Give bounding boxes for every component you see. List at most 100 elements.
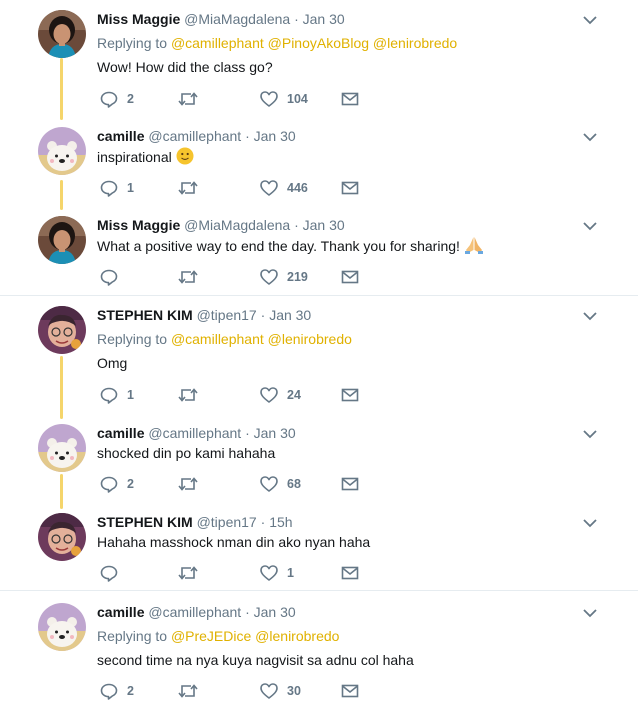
retweet-button[interactable] [177, 563, 199, 583]
retweet-button[interactable] [177, 474, 199, 494]
handle[interactable]: @tipen17 [197, 514, 257, 530]
tweet-text: inspirational [97, 147, 194, 166]
mention-link[interactable]: @PinoyAkoBlog [268, 35, 369, 51]
direct-message-button[interactable] [340, 474, 360, 494]
mention-link[interactable]: @lenirobredo [373, 35, 457, 51]
tweet-header: camille @camillephant · Jan 30 [97, 424, 296, 442]
display-name[interactable]: camille [97, 604, 144, 620]
action-bar: 1 446 [97, 178, 557, 198]
mention-link[interactable]: @lenirobredo [255, 628, 339, 644]
like-button[interactable]: 30 [259, 681, 301, 701]
handle[interactable]: @MiaMagdalena [184, 217, 290, 233]
separator-dot: · [294, 217, 299, 233]
mention-link[interactable]: @camillephant [171, 331, 264, 347]
display-name[interactable]: STEPHEN KIM [97, 307, 193, 323]
handle[interactable]: @camillephant [148, 128, 241, 144]
chevron-down-icon[interactable] [580, 308, 600, 324]
direct-message-button[interactable] [340, 385, 360, 405]
retweet-button[interactable] [177, 681, 199, 701]
timestamp[interactable]: 15h [269, 514, 292, 530]
retweet-icon [177, 474, 199, 494]
avatar[interactable] [38, 216, 86, 264]
timestamp[interactable]: Jan 30 [303, 11, 345, 27]
reply-button[interactable]: 2 [99, 474, 134, 494]
timestamp[interactable]: Jan 30 [303, 217, 345, 233]
chevron-down-icon[interactable] [580, 426, 600, 442]
avatar[interactable] [38, 424, 86, 472]
tweet[interactable]: camille @camillephant · Jan 30 inspirati… [0, 127, 638, 202]
mention-link[interactable]: @camillephant [171, 35, 264, 51]
retweet-button[interactable] [177, 178, 199, 198]
display-name[interactable]: camille [97, 128, 144, 144]
tweet[interactable]: STEPHEN KIM @tipen17 · Jan 30 Replying t… [0, 306, 638, 406]
chevron-down-icon[interactable] [580, 12, 600, 28]
thread-divider [0, 295, 638, 296]
reply-count: 1 [127, 181, 134, 195]
tweet-text: Wow! How did the class go? [97, 59, 273, 75]
tweet[interactable]: STEPHEN KIM @tipen17 · 15h Hahaha massho… [0, 513, 638, 588]
reply-button[interactable] [99, 267, 119, 287]
like-count: 68 [287, 477, 301, 491]
separator-dot: · [260, 307, 266, 323]
display-name[interactable]: camille [97, 425, 144, 441]
like-count: 1 [287, 566, 294, 580]
envelope-icon [340, 385, 360, 405]
avatar[interactable] [38, 10, 86, 58]
avatar[interactable] [38, 513, 86, 561]
handle[interactable]: @tipen17 [197, 307, 257, 323]
like-button[interactable]: 219 [259, 267, 308, 287]
replying-prefix: Replying to [97, 628, 168, 644]
avatar[interactable] [38, 127, 86, 175]
retweet-icon [177, 563, 199, 583]
like-button[interactable]: 24 [259, 385, 301, 405]
tweet[interactable]: Miss Maggie @MiaMagdalena · Jan 30 Reply… [0, 10, 638, 110]
handle[interactable]: @MiaMagdalena [184, 11, 290, 27]
direct-message-button[interactable] [340, 267, 360, 287]
timestamp[interactable]: Jan 30 [254, 425, 296, 441]
timestamp[interactable]: Jan 30 [254, 128, 296, 144]
avatar[interactable] [38, 306, 86, 354]
reply-button[interactable]: 2 [99, 89, 134, 109]
heart-icon [259, 563, 279, 583]
handle[interactable]: @camillephant [148, 425, 241, 441]
timestamp[interactable]: Jan 30 [269, 307, 311, 323]
reply-icon [99, 681, 119, 701]
action-bar: 2 104 [97, 89, 557, 109]
timestamp[interactable]: Jan 30 [254, 604, 296, 620]
tweet-text: What a positive way to end the day. Than… [97, 236, 484, 255]
heart-icon [259, 267, 279, 287]
tweet[interactable]: camille @camillephant · Jan 30 shocked d… [0, 424, 638, 499]
chevron-down-icon[interactable] [580, 218, 600, 234]
replying-to: Replying to @camillephant @lenirobredo [97, 330, 352, 348]
handle[interactable]: @camillephant [148, 604, 241, 620]
direct-message-button[interactable] [340, 563, 360, 583]
tweet[interactable]: camille @camillephant · Jan 30 Replying … [0, 603, 638, 703]
direct-message-button[interactable] [340, 89, 360, 109]
reply-button[interactable]: 1 [99, 178, 134, 198]
chevron-down-icon[interactable] [580, 515, 600, 531]
mention-link[interactable]: @PreJEDice [171, 628, 251, 644]
reply-button[interactable] [99, 563, 119, 583]
reply-button[interactable]: 1 [99, 385, 134, 405]
retweet-button[interactable] [177, 385, 199, 405]
like-button[interactable]: 104 [259, 89, 308, 109]
chevron-down-icon[interactable] [580, 129, 600, 145]
tweet[interactable]: Miss Maggie @MiaMagdalena · Jan 30 What … [0, 216, 638, 291]
display-name[interactable]: Miss Maggie [97, 217, 180, 233]
display-name[interactable]: STEPHEN KIM [97, 514, 193, 530]
chevron-down-icon[interactable] [580, 605, 600, 621]
avatar[interactable] [38, 603, 86, 651]
retweet-button[interactable] [177, 89, 199, 109]
like-button[interactable]: 446 [259, 178, 308, 198]
like-button[interactable]: 1 [259, 563, 294, 583]
heart-icon [259, 474, 279, 494]
reply-button[interactable]: 2 [99, 681, 134, 701]
direct-message-button[interactable] [340, 178, 360, 198]
tweet-text: second time na nya kuya nagvisit sa adnu… [97, 652, 414, 668]
direct-message-button[interactable] [340, 681, 360, 701]
mention-link[interactable]: @lenirobredo [268, 331, 352, 347]
like-button[interactable]: 68 [259, 474, 301, 494]
retweet-button[interactable] [177, 267, 199, 287]
display-name[interactable]: Miss Maggie [97, 11, 180, 27]
reply-icon [99, 474, 119, 494]
